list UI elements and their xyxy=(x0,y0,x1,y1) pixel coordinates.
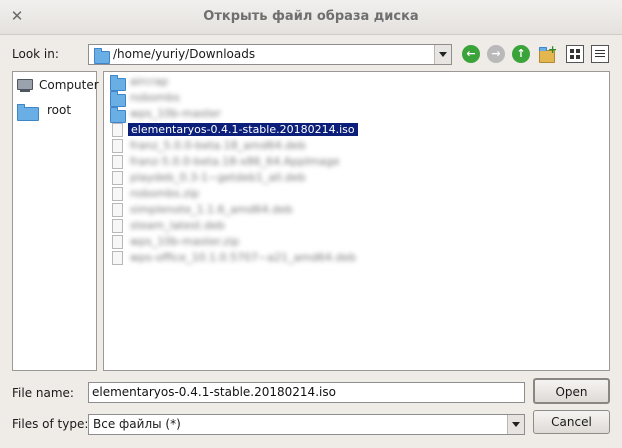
list-view-icon[interactable] xyxy=(591,45,609,63)
title-bar: ✕ Открыть файл образа диска xyxy=(0,0,622,35)
icon-view-icon[interactable] xyxy=(566,45,584,63)
file-name: steam_latest.deb xyxy=(130,219,225,232)
file-row[interactable]: simplenote_1.1.6_amd64.deb xyxy=(108,202,488,218)
look-in-combo[interactable]: /home/yuriy/Downloads xyxy=(88,44,452,65)
file-row[interactable]: franz_5.0.0-beta.18_amd64.deb xyxy=(108,138,488,154)
files-of-type-value: Все файлы (*) xyxy=(93,417,181,431)
forward-icon[interactable]: → xyxy=(487,45,505,63)
sidebar-item-computer[interactable]: Computer xyxy=(15,76,99,94)
file-name: wps_10b-master.zip xyxy=(130,235,240,248)
files-of-type-combo[interactable]: Все файлы (*) xyxy=(88,414,525,435)
file-row[interactable]: elementaryos-0.4.1-stable.20180214.iso xyxy=(108,122,488,138)
file-row[interactable]: wps_10b-master.zip xyxy=(108,234,488,250)
file-icon xyxy=(112,187,123,201)
file-icon xyxy=(112,251,123,265)
file-row[interactable]: wps-office_10.1.0.5707~a21_amd64.deb xyxy=(108,250,488,266)
file-icon xyxy=(112,203,123,217)
look-in-label: Look in: xyxy=(12,47,59,61)
folder-icon xyxy=(17,104,39,121)
sidebar-item-root[interactable]: root xyxy=(15,98,95,122)
file-icon xyxy=(112,219,123,233)
folder-row[interactable]: nsbombs xyxy=(108,90,488,107)
file-icon xyxy=(112,123,123,137)
file-name: wps_10b-master xyxy=(130,107,221,120)
up-icon[interactable]: ↑ xyxy=(512,45,530,63)
sidebar-item-label: Computer xyxy=(39,78,99,92)
folder-icon xyxy=(94,48,110,64)
file-name: aircrap xyxy=(130,75,169,88)
sidebar-item-label: root xyxy=(47,103,72,117)
chevron-down-icon[interactable] xyxy=(507,415,524,434)
file-name: franz-5.0.0-beta.18-x86_64.AppImage xyxy=(130,155,340,168)
file-name-label: File name: xyxy=(12,386,74,400)
cancel-button[interactable]: Cancel xyxy=(533,410,610,434)
folder-row[interactable]: wps_10b-master xyxy=(108,106,488,123)
file-row[interactable]: franz-5.0.0-beta.18-x86_64.AppImage xyxy=(108,154,488,170)
files-of-type-label: Files of type: xyxy=(12,417,89,431)
new-folder-icon[interactable]: + xyxy=(538,43,557,63)
look-in-path: /home/yuriy/Downloads xyxy=(113,47,256,61)
file-icon xyxy=(112,235,123,249)
file-list-panel: aircrap nsbombs wps_10b-master elementaryos… xyxy=(103,71,610,371)
file-name: nsbombs.zip xyxy=(130,187,200,200)
chevron-down-icon[interactable] xyxy=(434,45,451,64)
file-icon xyxy=(112,171,123,185)
open-button[interactable]: Open xyxy=(533,378,610,404)
file-name: playdeb_0.3-1~getdeb1_all.deb xyxy=(130,171,306,184)
file-name: franz_5.0.0-beta.18_amd64.deb xyxy=(130,139,306,152)
file-row[interactable]: nsbombs.zip xyxy=(108,186,488,202)
back-icon[interactable]: ← xyxy=(462,45,480,63)
file-name: elementaryos-0.4.1-stable.20180214.iso xyxy=(127,122,359,137)
file-icon xyxy=(112,155,123,169)
file-name: wps-office_10.1.0.5707~a21_amd64.deb xyxy=(130,251,357,264)
file-name-field[interactable] xyxy=(88,382,525,403)
file-name-input[interactable] xyxy=(92,385,512,399)
computer-icon xyxy=(17,79,33,90)
file-icon xyxy=(112,139,123,153)
file-row[interactable]: steam_latest.deb xyxy=(108,218,488,234)
file-row[interactable]: playdeb_0.3-1~getdeb1_all.deb xyxy=(108,170,488,186)
file-name: nsbombs xyxy=(130,91,180,104)
sidebar-panel: Computer root xyxy=(12,71,99,371)
open-disk-image-dialog: ✕ Открыть файл образа диска Look in: /ho… xyxy=(0,0,622,448)
file-name: simplenote_1.1.6_amd64.deb xyxy=(130,203,293,216)
window-title: Открыть файл образа диска xyxy=(203,9,419,24)
folder-row[interactable]: aircrap xyxy=(108,74,488,91)
